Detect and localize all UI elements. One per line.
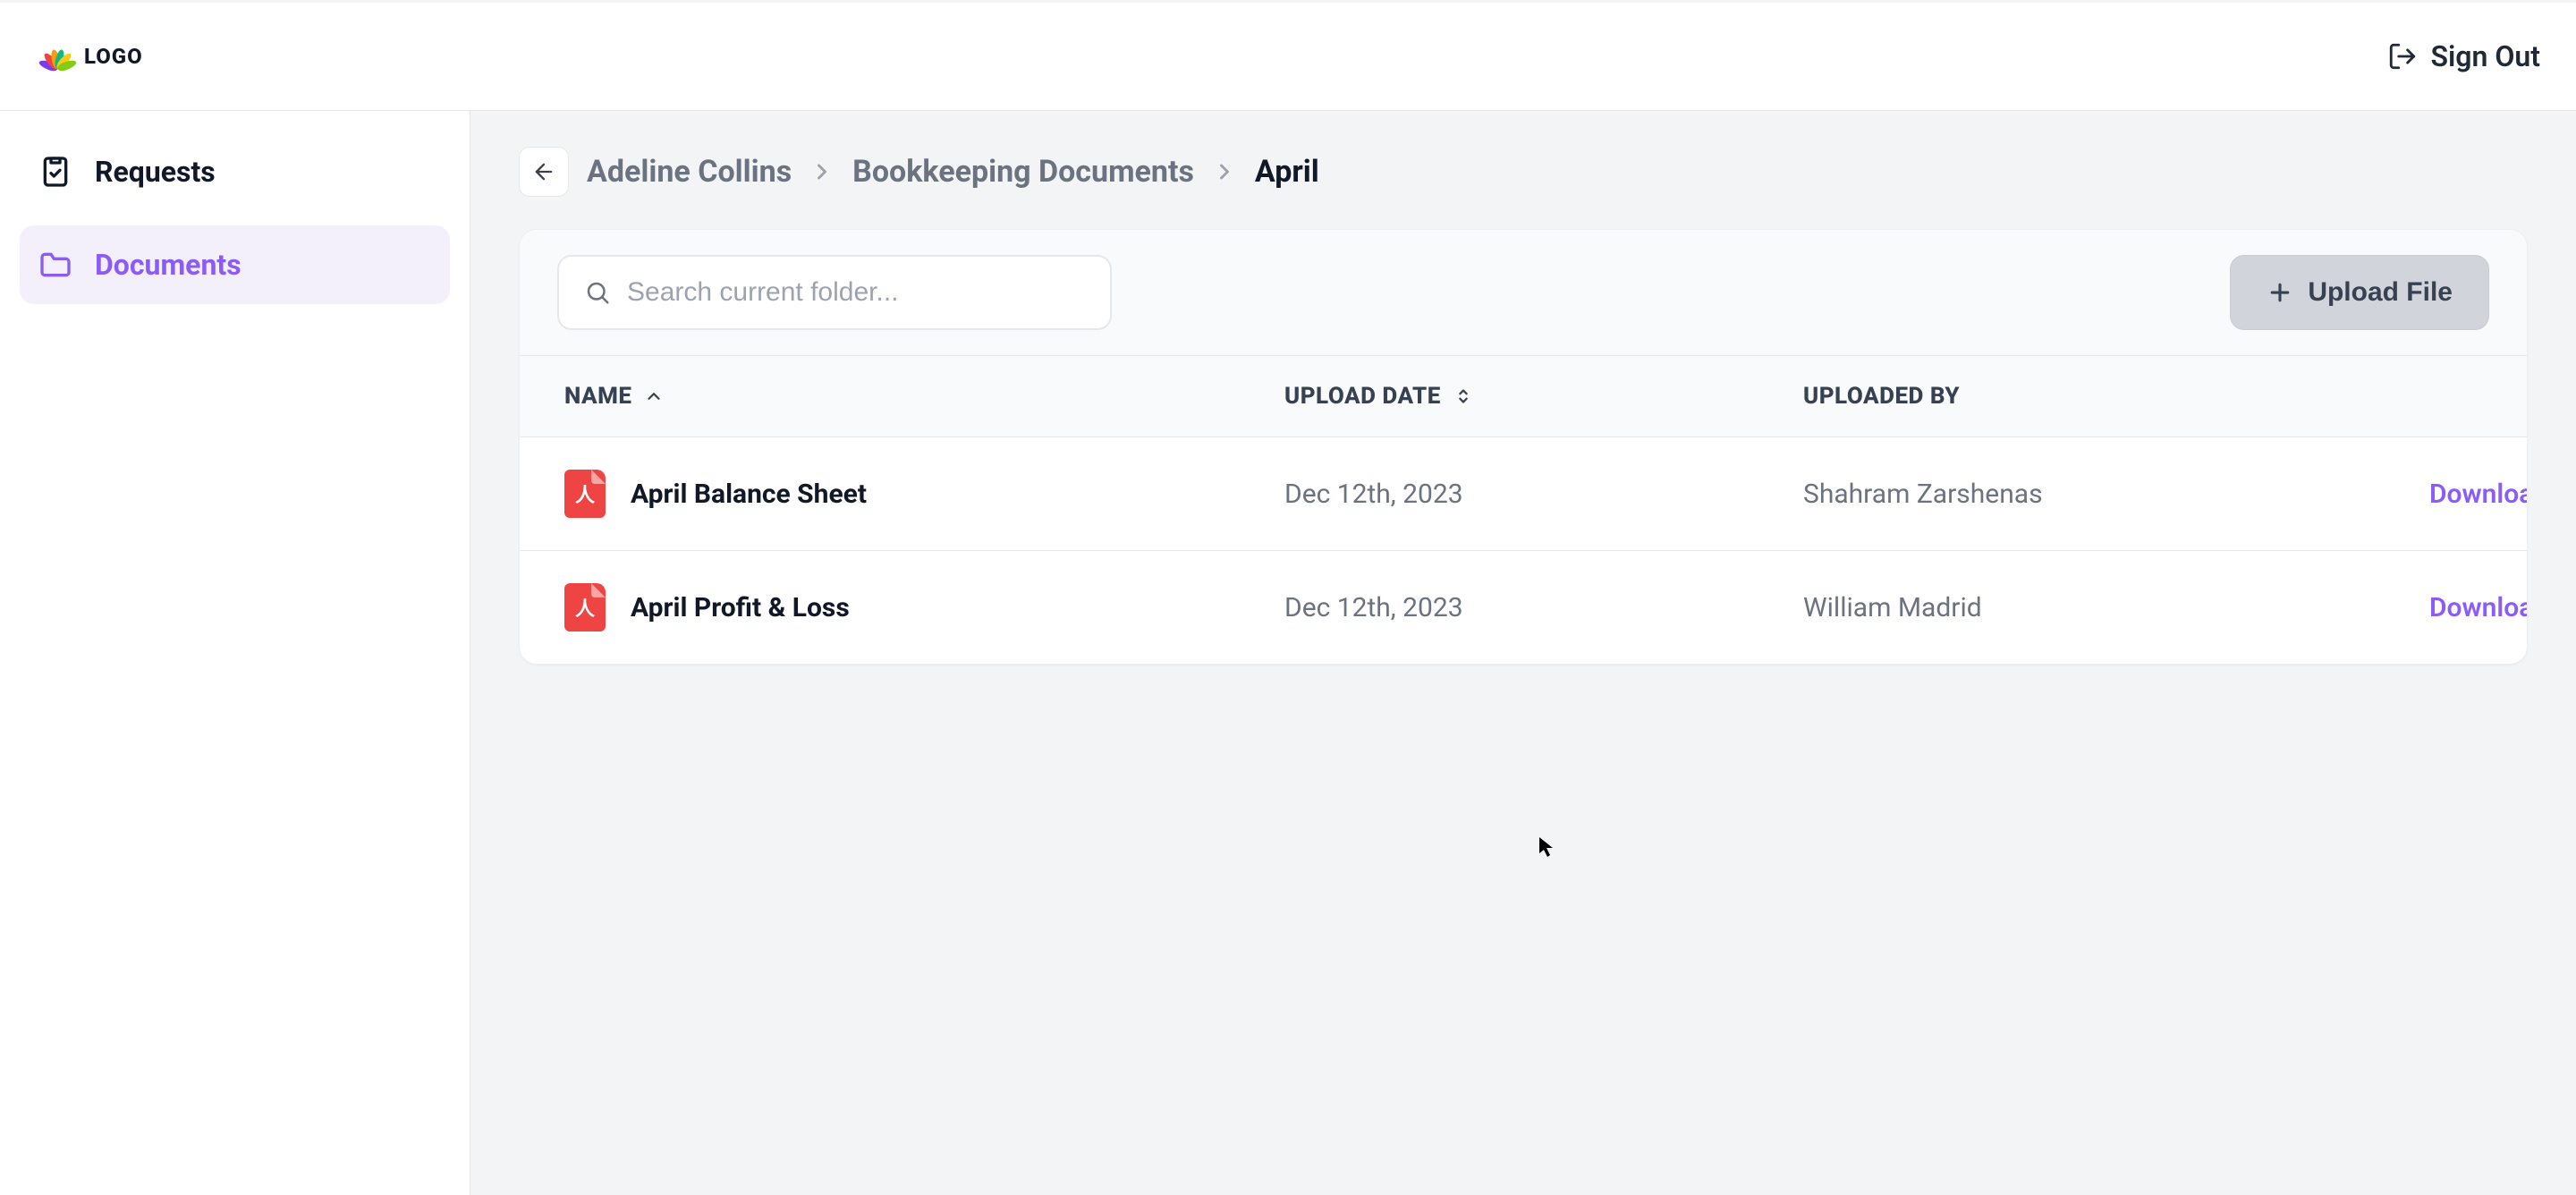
table-row[interactable]: 人 April Profit & Loss Dec 12th, 2023 Wil… — [520, 551, 2527, 664]
table-row[interactable]: 人 April Balance Sheet Dec 12th, 2023 Sha… — [520, 437, 2527, 551]
breadcrumb-back-button[interactable] — [519, 147, 569, 197]
chevron-right-icon — [1212, 159, 1237, 184]
chevron-right-icon — [809, 159, 835, 184]
file-name: April Balance Sheet — [631, 479, 867, 510]
clipboard-check-icon — [38, 154, 73, 190]
column-header-uploaded-by[interactable]: UPLOADED BY — [1803, 383, 2429, 410]
chevron-up-icon — [644, 386, 664, 406]
arrow-left-icon — [531, 159, 556, 184]
cell-uploaded-by: Shahram Zarshenas — [1803, 479, 2429, 510]
topbar: LOGO Sign Out — [0, 0, 2576, 111]
sidebar-item-label: Documents — [95, 248, 242, 282]
search-icon — [584, 279, 611, 306]
search-input[interactable] — [627, 277, 1085, 308]
cell-upload-date: Dec 12th, 2023 — [1284, 592, 1803, 623]
cell-uploaded-by: William Madrid — [1803, 592, 2429, 623]
breadcrumb-item-current: April — [1255, 154, 1319, 190]
column-header-label: UPLOADED BY — [1803, 383, 1960, 410]
cell-name: 人 April Profit & Loss — [564, 583, 1284, 631]
column-header-name[interactable]: NAME — [564, 383, 1284, 410]
search-input-wrapper[interactable] — [557, 255, 1112, 330]
download-link[interactable]: Download — [2429, 479, 2528, 510]
upload-file-label: Upload File — [2308, 277, 2453, 308]
column-header-upload-date[interactable]: UPLOAD DATE — [1284, 383, 1803, 410]
app-logo[interactable]: LOGO — [36, 38, 143, 74]
breadcrumb: Adeline Collins Bookkeeping Documents Ap… — [519, 147, 2528, 197]
sidebar-item-requests[interactable]: Requests — [20, 132, 450, 211]
table-header: NAME UPLOAD DATE UPLOADED BY — [520, 356, 2527, 437]
logo-text: LOGO — [84, 44, 143, 69]
sidebar-item-label: Requests — [95, 155, 216, 189]
sign-out-label: Sign Out — [2430, 39, 2540, 73]
cell-upload-date: Dec 12th, 2023 — [1284, 479, 1803, 510]
pdf-file-icon: 人 — [564, 583, 606, 631]
logo-mark-icon — [36, 38, 79, 74]
sidebar-item-documents[interactable]: Documents — [20, 225, 450, 304]
sort-icon — [1453, 386, 1473, 406]
sign-out-button[interactable]: Sign Out — [2387, 39, 2540, 73]
documents-panel: Upload File NAME UPLOAD DATE UPLOADED BY — [519, 229, 2528, 665]
folder-icon — [38, 247, 73, 283]
breadcrumb-item[interactable]: Bookkeeping Documents — [852, 154, 1194, 190]
panel-toolbar: Upload File — [520, 230, 2527, 356]
plus-icon — [2267, 279, 2293, 306]
main-content: Adeline Collins Bookkeeping Documents Ap… — [470, 111, 2576, 1195]
sidebar: Requests Documents — [0, 111, 470, 1195]
upload-file-button[interactable]: Upload File — [2230, 255, 2489, 330]
breadcrumb-item[interactable]: Adeline Collins — [587, 154, 792, 190]
app-shell: Requests Documents Adeline Collins Bookk… — [0, 111, 2576, 1195]
column-header-action — [2429, 383, 2482, 410]
cell-name: 人 April Balance Sheet — [564, 470, 1284, 518]
download-link[interactable]: Download — [2429, 592, 2528, 623]
column-header-label: NAME — [564, 383, 631, 410]
file-name: April Profit & Loss — [631, 592, 850, 623]
pdf-file-icon: 人 — [564, 470, 606, 518]
sign-out-icon — [2387, 41, 2418, 72]
column-header-label: UPLOAD DATE — [1284, 383, 1441, 410]
